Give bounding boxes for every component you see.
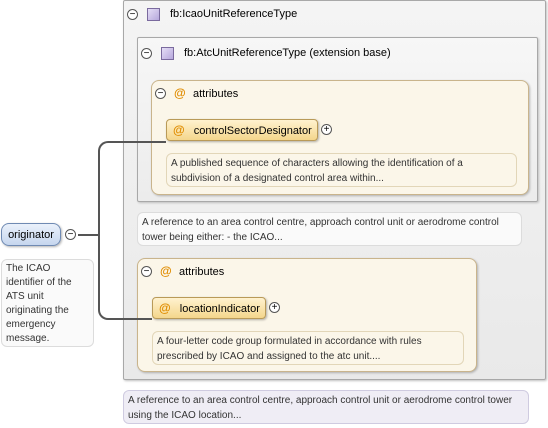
outer-type-collapse-button[interactable]: − [127,9,138,20]
at-icon: @ [174,86,186,100]
connector-line [78,234,100,236]
attributes-2-collapse-button[interactable]: − [141,266,152,277]
element-collapse-button[interactable]: − [65,229,76,240]
attribute-2-documentation: A four-letter code group formulated in a… [152,331,464,365]
at-icon: @ [160,264,172,278]
at-icon: @ [159,301,171,315]
attribute-1-expand-button[interactable]: + [321,124,332,135]
inner-type-collapse-button[interactable]: − [141,48,152,59]
element-node-originator[interactable]: originator [1,223,61,246]
connector-bracket [98,141,112,320]
outer-type-name: fb:IcaoUnitReferenceType [170,8,298,20]
attributes-1-label: attributes [193,88,239,100]
inner-type-name: fb:AtcUnitReferenceType (extension base) [184,47,391,59]
complex-type-icon [147,8,160,21]
attribute-name: locationIndicator [179,303,260,315]
outer-type-documentation: A reference to an area control centre, a… [123,390,529,424]
at-icon: @ [173,123,185,137]
element-documentation: The ICAO identifier of the ATS unit orig… [1,259,94,347]
attribute-node-locationIndicator[interactable]: @ locationIndicator [152,297,266,319]
complex-type-icon [161,47,174,60]
attributes-1-collapse-button[interactable]: − [155,88,166,99]
attribute-1-documentation: A published sequence of characters allow… [166,153,517,187]
attribute-node-controlSectorDesignator[interactable]: @ controlSectorDesignator [166,119,318,141]
inner-type-documentation: A reference to an area control centre, a… [137,212,522,246]
connector-line [112,141,166,143]
attributes-2-label: attributes [179,266,225,278]
attribute-2-expand-button[interactable]: + [269,302,280,313]
attribute-name: controlSectorDesignator [193,125,312,137]
connector-line [112,318,152,320]
